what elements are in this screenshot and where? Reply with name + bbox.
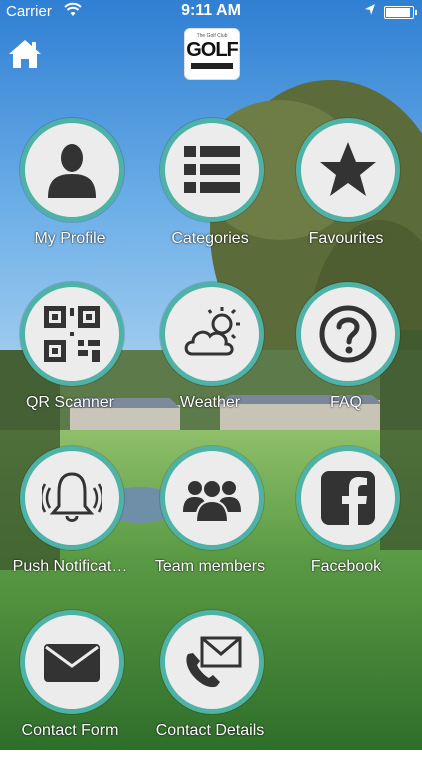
tile-favourites[interactable]: Favourites	[276, 118, 416, 268]
team-icon	[183, 479, 241, 523]
list-icon	[184, 146, 240, 193]
tile-label: Facebook	[310, 558, 382, 575]
tile-weather[interactable]: Weather	[140, 282, 280, 432]
bell-icon	[42, 472, 102, 522]
tile-facebook[interactable]: Facebook	[276, 446, 416, 596]
qr-code-icon	[44, 306, 100, 362]
tile-categories[interactable]: Categories	[140, 118, 280, 268]
tile-label: Contact Details	[155, 722, 265, 739]
envelope-icon	[44, 644, 100, 682]
battery-icon	[384, 6, 417, 19]
tile-qr-scanner[interactable]: QR Scanner	[0, 282, 140, 432]
phone-envelope-icon	[186, 636, 242, 688]
tile-label: Contact Form	[21, 722, 119, 739]
tile-label: My Profile	[34, 230, 106, 247]
tile-push-notifications[interactable]: Push Notificat…	[0, 446, 140, 596]
tile-label: FAQ	[329, 394, 362, 411]
tile-label: Weather	[179, 394, 241, 411]
tile-contact-form[interactable]: Contact Form	[0, 610, 140, 760]
tile-faq[interactable]: FAQ	[276, 282, 416, 432]
home-icon[interactable]	[8, 38, 42, 70]
tile-label: Favourites	[308, 230, 384, 247]
tile-contact-details[interactable]: Contact Details	[140, 610, 280, 760]
facebook-icon	[321, 471, 375, 525]
tile-label: Push Notificat…	[12, 558, 128, 575]
status-bar: Carrier 9:11 AM	[0, 0, 422, 22]
tile-label: Team members	[154, 558, 266, 575]
tile-team-members[interactable]: Team members	[140, 446, 280, 596]
tile-label: Categories	[171, 230, 249, 247]
tile-label: QR Scanner	[25, 394, 115, 411]
star-icon	[320, 142, 376, 196]
logo-text: GOLF	[186, 39, 239, 61]
tile-my-profile[interactable]: My Profile	[0, 118, 140, 268]
person-icon	[48, 144, 96, 198]
location-arrow-icon	[365, 4, 375, 15]
question-icon	[319, 305, 377, 363]
club-logo: The Golf Club GOLF	[184, 28, 240, 80]
clock: 9:11 AM	[181, 2, 241, 19]
weather-icon	[184, 307, 240, 356]
